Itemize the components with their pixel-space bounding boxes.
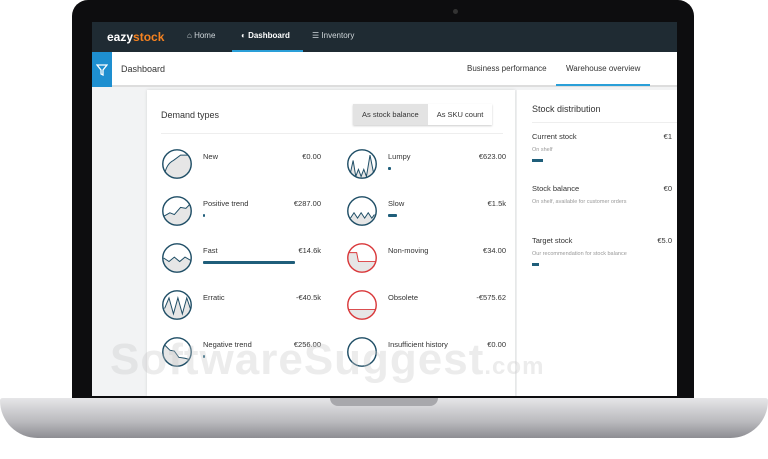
demand-type-value: €1.5k <box>487 199 506 208</box>
demand-bar <box>388 167 391 170</box>
demand-type-label: Non-moving <box>388 246 429 255</box>
distribution-item: Current stock €1 On shelf <box>532 132 672 162</box>
home-icon: ⌂ <box>187 31 195 40</box>
dashboard-icon: ◐ <box>241 31 249 40</box>
divider <box>161 133 503 134</box>
demand-bar <box>203 214 205 217</box>
slow-demand-icon <box>347 196 377 226</box>
toggle-stock-balance[interactable]: As stock balance <box>353 104 428 125</box>
erratic-demand-icon <box>162 290 192 320</box>
demand-type-value: €0.00 <box>302 152 321 161</box>
nav-home[interactable]: ⌂ Home <box>187 31 215 40</box>
filter-button[interactable] <box>92 52 112 87</box>
subheader: Dashboard Business performance Warehouse… <box>92 52 677 87</box>
demand-type-row[interactable]: Lumpy €623.00 <box>346 148 506 188</box>
demand-type-value: €14.6k <box>298 246 321 255</box>
demand-type-value: €34.00 <box>483 246 506 255</box>
demand-bar <box>203 261 295 264</box>
lumpy-demand-icon <box>347 149 377 179</box>
distribution-label: Current stock <box>532 132 577 141</box>
view-toggle: As stock balance As SKU count <box>353 104 493 125</box>
distribution-bar <box>532 159 544 162</box>
stock-distribution-title: Stock distribution <box>532 104 601 114</box>
distribution-bar <box>532 263 539 266</box>
demand-type-row[interactable]: Erratic -€40.5k <box>161 289 321 329</box>
demand-type-row[interactable]: Slow €1.5k <box>346 195 506 235</box>
page-title: Dashboard <box>121 64 166 74</box>
demand-type-label: Slow <box>388 199 405 208</box>
top-nav: eazystock ⌂ Home ◐ Dashboard ☰ Inventory <box>92 22 677 52</box>
nav-inventory[interactable]: ☰ Inventory <box>312 31 354 40</box>
nonmoving-demand-icon <box>347 243 377 273</box>
active-tab-indicator <box>556 84 650 86</box>
laptop-notch <box>330 398 438 406</box>
filter-icon <box>96 63 108 76</box>
demand-type-value: €623.00 <box>478 152 506 161</box>
distribution-sub: Our recommendation for stock balance <box>532 251 627 257</box>
demand-type-value: €287.00 <box>293 199 321 208</box>
demand-type-row[interactable]: Non-moving €34.00 <box>346 242 506 282</box>
demand-type-label: Erratic <box>203 293 225 302</box>
fast-demand-icon <box>162 243 192 273</box>
divider <box>532 122 677 123</box>
demand-type-label: Lumpy <box>388 152 411 161</box>
demand-type-row[interactable]: Obsolete -€575.62 <box>346 289 506 329</box>
distribution-item: Target stock €5.0 Our recommendation for s… <box>532 236 672 266</box>
tab-business-performance[interactable]: Business performance <box>467 64 547 73</box>
distribution-value: €5.0 <box>657 236 672 245</box>
distribution-sub: On shelf, available for customer orders <box>532 199 627 205</box>
demand-bar <box>388 214 398 217</box>
demand-type-row[interactable]: Positive trend €287.00 <box>161 195 321 235</box>
demand-type-row[interactable]: New €0.00 <box>161 148 321 188</box>
list-icon: ☰ <box>312 31 322 40</box>
camera <box>453 9 458 14</box>
new-demand-icon <box>162 149 192 179</box>
distribution-sub: On shelf <box>532 147 553 153</box>
distribution-label: Target stock <box>532 236 573 245</box>
distribution-value: €0 <box>663 184 672 193</box>
positive-demand-icon <box>162 196 192 226</box>
demand-type-row[interactable]: Fast €14.6k <box>161 242 321 282</box>
demand-types-title: Demand types <box>161 110 220 120</box>
demand-type-label: New <box>203 152 219 161</box>
demand-type-value: -€40.5k <box>295 293 321 302</box>
demand-type-value: -€575.62 <box>476 293 506 302</box>
distribution-item: Stock balance €0 On shelf, available for c… <box>532 184 672 205</box>
obsolete-demand-icon <box>347 290 377 320</box>
tab-warehouse-overview[interactable]: Warehouse overview <box>566 64 640 73</box>
distribution-value: €1 <box>663 132 672 141</box>
demand-type-label: Fast <box>203 246 218 255</box>
demand-type-label: Obsolete <box>388 293 419 302</box>
nav-dashboard[interactable]: ◐ Dashboard <box>241 31 290 40</box>
distribution-label: Stock balance <box>532 184 580 193</box>
demand-type-label: Positive trend <box>203 199 249 208</box>
logo[interactable]: eazystock <box>107 30 164 44</box>
toggle-sku-count[interactable]: As SKU count <box>427 104 493 125</box>
watermark: SoftwareSuggest.com <box>110 335 545 384</box>
